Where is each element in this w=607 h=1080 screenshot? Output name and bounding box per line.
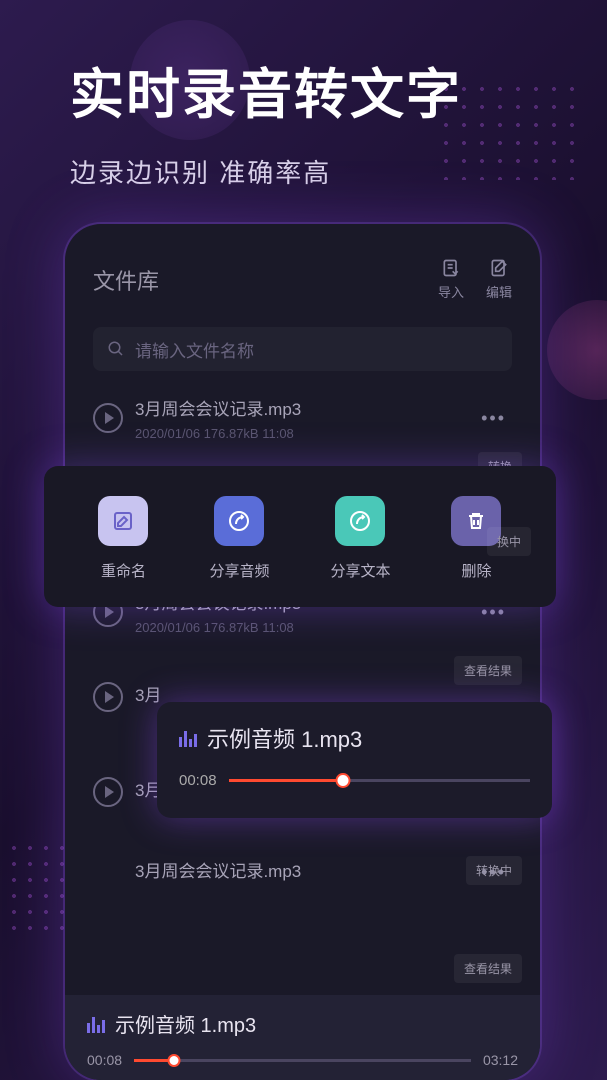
- elapsed-time: 00:08: [179, 772, 217, 789]
- delete-label: 删除: [461, 560, 491, 581]
- play-icon: [105, 786, 114, 798]
- progress-fill: [229, 779, 344, 782]
- bottom-player-title-row: 示例音频 1.mp3: [87, 1009, 518, 1038]
- progress-bar[interactable]: [229, 779, 530, 782]
- share-text-icon: [335, 496, 385, 546]
- player-progress: 00:08: [179, 772, 530, 789]
- hero-title: 实时录音转文字: [70, 50, 607, 129]
- page-title: 文件库: [93, 264, 159, 296]
- player-card: 示例音频 1.mp3 00:08: [157, 702, 552, 818]
- import-label: 导入: [438, 282, 464, 301]
- bottom-player: 示例音频 1.mp3 00:08 03:12: [65, 995, 540, 1080]
- share-audio-button[interactable]: 分享音频: [209, 496, 269, 581]
- play-icon: [105, 691, 114, 703]
- bg-decoration: [0, 840, 70, 940]
- file-row[interactable]: 3月周会会议记录.mp3 •••: [83, 847, 522, 898]
- play-icon: [105, 412, 114, 424]
- file-name: 3月周会会议记录.mp3: [135, 395, 469, 420]
- player-title: 示例音频 1.mp3: [207, 722, 362, 754]
- hero-subtitle: 边录边识别 准确率高: [70, 153, 607, 190]
- search-placeholder: 请输入文件名称: [135, 337, 254, 362]
- file-tag[interactable]: 换中: [487, 527, 531, 556]
- search-input[interactable]: 请输入文件名称: [93, 327, 512, 371]
- bg-decoration: [547, 300, 607, 400]
- play-button[interactable]: [93, 403, 123, 433]
- audio-bars-icon: [179, 729, 197, 747]
- progress-knob[interactable]: [336, 773, 351, 788]
- rename-label: 重命名: [101, 560, 146, 581]
- play-button[interactable]: [93, 777, 123, 807]
- bottom-player-title: 示例音频 1.mp3: [115, 1009, 256, 1038]
- file-meta: 2020/01/06 176.87kB 11:08: [135, 426, 469, 441]
- bottom-progress: 00:08 03:12: [87, 1052, 518, 1068]
- share-text-label: 分享文本: [330, 560, 390, 581]
- total-time: 03:12: [483, 1052, 518, 1068]
- share-text-button[interactable]: 分享文本: [330, 496, 390, 581]
- rename-button[interactable]: 重命名: [98, 496, 148, 581]
- file-meta: 2020/01/06 176.87kB 11:08: [135, 620, 469, 635]
- hero: 实时录音转文字 边录边识别 准确率高: [0, 0, 607, 190]
- file-info: 3月周会会议记录.mp3 2020/01/06 176.87kB 11:08: [135, 395, 469, 441]
- import-button[interactable]: 导入: [438, 258, 464, 301]
- elapsed-time: 00:08: [87, 1052, 122, 1068]
- edit-icon: [489, 258, 509, 278]
- search-icon: [107, 340, 125, 358]
- audio-bars-icon: [87, 1015, 105, 1033]
- edit-button[interactable]: 编辑: [486, 258, 512, 301]
- more-icon[interactable]: •••: [481, 408, 512, 429]
- share-audio-label: 分享音频: [209, 560, 269, 581]
- progress-knob[interactable]: [168, 1054, 181, 1067]
- appbar-actions: 导入 编辑: [438, 258, 512, 301]
- play-icon: [105, 606, 114, 618]
- file-tag[interactable]: 转换中: [466, 856, 522, 885]
- file-name: 3月周会会议记录.mp3: [135, 857, 469, 882]
- import-icon: [441, 258, 461, 278]
- file-row[interactable]: 3月周会会议记录.mp3 2020/01/06 176.87kB 11:08 •…: [83, 385, 522, 451]
- file-tag[interactable]: 查看结果: [454, 954, 522, 983]
- action-popup: 重命名 分享音频 分享文本 删除: [44, 466, 556, 607]
- play-button[interactable]: [93, 682, 123, 712]
- file-info: 3月周会会议记录.mp3: [135, 857, 469, 888]
- phone-frame: 文件库 导入 编辑 请输入文件名称 3月周会会议记录.mp3 2020/01/0…: [65, 224, 540, 1080]
- appbar: 文件库 导入 编辑: [83, 252, 522, 321]
- rename-icon: [98, 496, 148, 546]
- file-tag[interactable]: 查看结果: [454, 656, 522, 685]
- progress-bar[interactable]: [134, 1059, 471, 1062]
- edit-label: 编辑: [486, 282, 512, 301]
- share-audio-icon: [214, 496, 264, 546]
- player-title-row: 示例音频 1.mp3: [179, 722, 530, 754]
